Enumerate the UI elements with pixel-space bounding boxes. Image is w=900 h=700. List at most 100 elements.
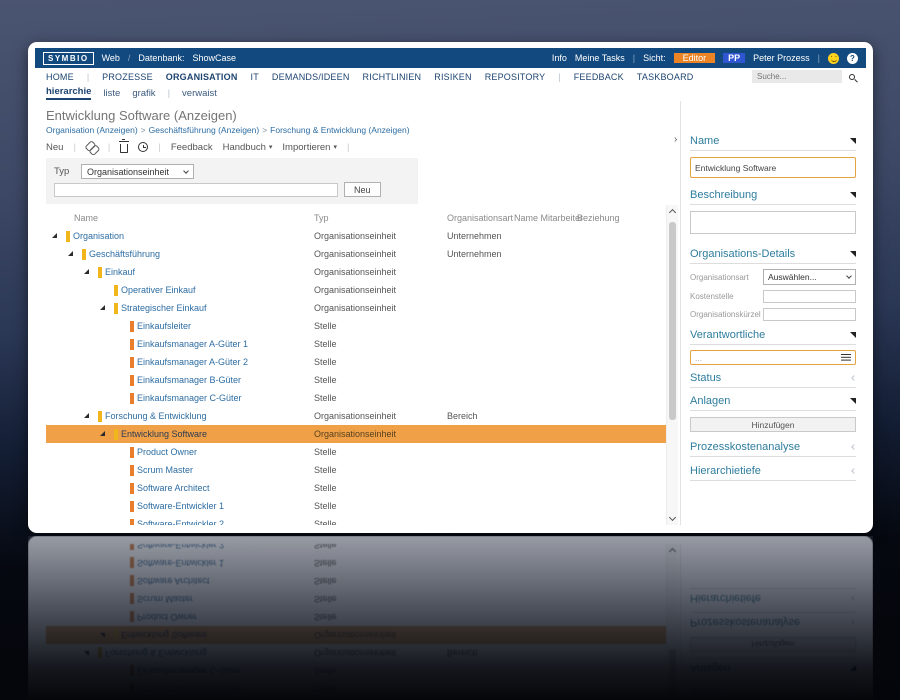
nav-item-home[interactable]: HOME	[46, 72, 74, 82]
collapse-section-icon[interactable]	[850, 398, 856, 404]
section-header-prozesskostenanalyse[interactable]: Prozesskostenanalyse	[690, 441, 857, 457]
table-row[interactable]: Organisation Organisationseinheit Unterneh…	[46, 227, 669, 245]
section-header-anlagen[interactable]: Anlagen	[690, 395, 856, 411]
delete-icon[interactable]	[119, 138, 130, 153]
link-icon[interactable]	[86, 141, 98, 153]
tree-node-link[interactable]: Entwicklung Software	[121, 425, 207, 443]
expand-toggle-icon[interactable]	[84, 413, 89, 418]
collapse-section-icon[interactable]	[850, 192, 856, 198]
table-row[interactable]: Einkaufsmanager B-Güter Stelle	[46, 371, 669, 389]
subnav-item-liste[interactable]: liste	[103, 88, 120, 99]
nav-item-repository[interactable]: REPOSITORY	[485, 72, 546, 82]
nav-item-demands-ideen[interactable]: DEMANDS/IDEEN	[272, 72, 350, 82]
breadcrumb-link[interactable]: Organisation (Anzeigen)	[46, 125, 138, 135]
meine-tasks-link[interactable]: Meine Tasks	[575, 53, 625, 63]
nav-item-prozesse[interactable]: PROZESSE	[102, 72, 153, 82]
user-name[interactable]: Peter Prozess	[753, 53, 810, 63]
collapse-section-icon[interactable]	[850, 332, 856, 338]
history-icon[interactable]	[138, 142, 149, 152]
nav-item-organisation[interactable]: ORGANISATION	[166, 72, 238, 82]
tree-node-link[interactable]: Operativer Einkauf	[121, 281, 196, 299]
expand-toggle-icon[interactable]	[100, 431, 105, 436]
expand-toggle-icon[interactable]	[68, 251, 73, 256]
tree-node-link[interactable]: Scrum Master	[137, 461, 193, 479]
subnav-item-hierarchie[interactable]: hierarchie	[46, 86, 92, 100]
section-header-organisations-details[interactable]: Organisations-Details	[690, 248, 856, 264]
tree-node-link[interactable]: Geschäftsführung	[89, 245, 160, 263]
table-row[interactable]: Einkaufsleiter Stelle	[46, 317, 669, 335]
tree-node-link[interactable]: Einkaufsleiter	[137, 317, 191, 335]
web-link[interactable]: Web	[102, 53, 120, 63]
nav-item-richtlinien[interactable]: RICHTLINIEN	[363, 72, 422, 82]
subnav-item-grafik[interactable]: grafik	[132, 88, 155, 99]
hinzufuegen-button[interactable]: Hinzufügen	[690, 417, 856, 432]
tree-node-link[interactable]: Einkaufsmanager A-Güter 2	[137, 353, 248, 371]
section-header-hierarchietiefe[interactable]: Hierarchietiefe	[690, 465, 857, 481]
section-header-verantwortliche[interactable]: Verantwortliche	[690, 329, 856, 345]
table-row[interactable]: Software-Entwickler 2 Stelle	[46, 515, 669, 525]
column-header[interactable]: Typ	[314, 213, 329, 223]
tree-node-link[interactable]: Einkaufsmanager B-Güter	[137, 371, 241, 389]
feedback-button[interactable]: Feedback	[171, 142, 213, 153]
scrollbar-thumb[interactable]	[669, 222, 676, 420]
kostenstelle-field[interactable]	[763, 290, 856, 303]
handbuch-dropdown[interactable]: Handbuch ▾	[223, 142, 273, 153]
neu-button[interactable]: Neu	[46, 142, 63, 153]
table-row[interactable]: Einkaufsmanager A-Güter 2 Stelle	[46, 353, 669, 371]
tree-node-link[interactable]: Software Architect	[137, 479, 210, 497]
tree-node-link[interactable]: Einkaufsmanager A-Güter 1	[137, 335, 248, 353]
breadcrumb-link[interactable]: Geschäftsführung (Anzeigen)	[149, 125, 260, 135]
scroll-down-icon[interactable]	[668, 513, 677, 522]
beschreibung-field[interactable]	[690, 211, 856, 234]
organisationsart-select[interactable]: Auswählen...	[763, 269, 856, 285]
collapse-section-icon[interactable]	[850, 138, 856, 144]
expand-toggle-icon[interactable]	[52, 233, 57, 238]
view-mode-editor-button[interactable]: Editor	[673, 53, 716, 63]
table-row[interactable]: Operativer Einkauf Organisationseinheit	[46, 281, 669, 299]
column-header[interactable]: Name	[74, 213, 98, 223]
table-row[interactable]: Scrum Master Stelle	[46, 461, 669, 479]
scroll-up-icon[interactable]	[668, 208, 677, 217]
section-header-beschreibung[interactable]: Beschreibung	[690, 189, 856, 205]
table-row[interactable]: Strategischer Einkauf Organisationseinhei…	[46, 299, 669, 317]
vertical-scrollbar[interactable]	[666, 205, 678, 525]
table-row[interactable]: Software Architect Stelle	[46, 479, 669, 497]
search-input[interactable]	[752, 70, 842, 83]
menu-icon[interactable]	[841, 354, 851, 362]
table-row[interactable]: Einkaufsmanager A-Güter 1 Stelle	[46, 335, 669, 353]
filter-search-input[interactable]	[54, 182, 338, 197]
nav-item-it[interactable]: IT	[251, 72, 259, 82]
collapse-section-icon[interactable]	[850, 251, 856, 257]
expand-toggle-icon[interactable]	[100, 305, 105, 310]
user-avatar[interactable]: PP	[723, 53, 746, 63]
table-row[interactable]: Entwicklung Software Organisationseinheit	[46, 425, 669, 443]
nav-item-risiken[interactable]: RISIKEN	[434, 72, 471, 82]
column-header[interactable]: Name Mitarbeiter	[514, 213, 583, 223]
section-header-status[interactable]: Status	[690, 372, 857, 388]
expand-section-icon[interactable]	[851, 443, 857, 450]
tree-node-link[interactable]: Organisation	[73, 227, 124, 245]
organisationskuerzel-field[interactable]	[763, 308, 856, 321]
column-header[interactable]: Organisationsart	[447, 213, 513, 223]
name-field[interactable]	[690, 157, 856, 178]
database-value[interactable]: ShowCase	[192, 53, 236, 63]
nav-item-taskboard[interactable]: TASKBOARD	[637, 72, 694, 82]
table-row[interactable]: Einkauf Organisationseinheit	[46, 263, 669, 281]
expand-section-icon[interactable]	[851, 467, 857, 474]
tree-node-link[interactable]: Software-Entwickler 1	[137, 497, 224, 515]
table-row[interactable]: Forschung & Entwicklung Organisationseinh…	[46, 407, 669, 425]
breadcrumb-link[interactable]: Forschung & Entwicklung (Anzeigen)	[270, 125, 409, 135]
tree-node-link[interactable]: Forschung & Entwicklung	[105, 407, 207, 425]
search-icon[interactable]	[849, 73, 855, 80]
expand-section-icon[interactable]	[851, 375, 857, 381]
table-row[interactable]: Geschäftsführung Organisationseinheit Unte…	[46, 245, 669, 263]
tree-node-link[interactable]: Software-Entwickler 2	[137, 515, 224, 525]
symbio-logo[interactable]: SYMBIO	[43, 51, 94, 65]
column-header[interactable]: Beziehung	[577, 213, 620, 223]
importieren-dropdown[interactable]: Importieren ▾	[282, 142, 337, 153]
tree-node-link[interactable]: Product Owner	[137, 443, 197, 461]
expand-toggle-icon[interactable]	[84, 269, 89, 274]
info-link[interactable]: Info	[552, 53, 567, 63]
table-row[interactable]: Product Owner Stelle	[46, 443, 669, 461]
panel-collapse-icon[interactable]: ›	[674, 134, 677, 145]
